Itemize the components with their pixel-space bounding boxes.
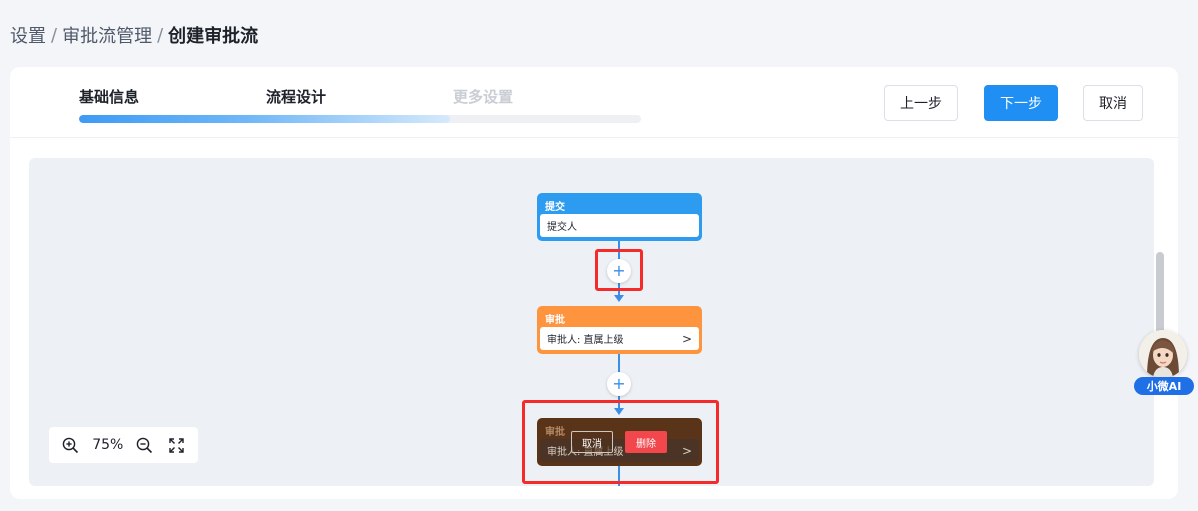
breadcrumb-approval-flow-management[interactable]: 审批流管理 <box>62 22 152 48</box>
breadcrumb-separator: / <box>51 24 58 46</box>
zoom-in-icon[interactable] <box>61 435 81 455</box>
connector-line <box>618 240 620 260</box>
step-basic-info[interactable]: 基础信息 <box>79 86 139 107</box>
zoom-toolbar: 75% <box>49 427 198 463</box>
node-title: 审批 <box>545 315 565 326</box>
connector-line <box>618 353 620 373</box>
breadcrumb-separator: / <box>157 24 164 46</box>
ai-assistant-label: 小微AI <box>1134 377 1194 395</box>
flow-node-submit[interactable]: 提交 提交人 <box>537 193 702 241</box>
breadcrumb-settings[interactable]: 设置 <box>10 22 46 48</box>
ai-assistant-button[interactable]: 小微AI <box>1134 330 1194 396</box>
chevron-right-icon: > <box>681 443 692 458</box>
node-title: 审批 <box>545 427 565 438</box>
node-cancel-button[interactable]: 取消 <box>571 431 613 453</box>
breadcrumb-current-page: 创建审批流 <box>168 26 259 47</box>
fullscreen-icon[interactable] <box>166 435 186 455</box>
connector-arrow <box>614 408 624 415</box>
step-more-settings: 更多设置 <box>453 88 514 106</box>
step-flow-design[interactable]: 流程设计 <box>266 86 326 107</box>
flow-node-approve-selected[interactable]: 审批 审批人: 直属上级 > <box>537 418 702 466</box>
node-content: 审批人: 直属上级 <box>547 335 624 346</box>
prev-step-button[interactable]: 上一步 <box>884 85 958 121</box>
breadcrumb: 设置 / 审批流管理 / 创建审批流 <box>10 22 258 48</box>
steps-progress-track <box>79 115 641 123</box>
steps-header: 基础信息 流程设计 更多设置 上一步 下一步 取消 <box>10 67 1178 138</box>
next-step-button[interactable]: 下一步 <box>984 85 1058 121</box>
steps-progress-fill <box>79 115 450 123</box>
connector-line <box>618 466 620 486</box>
node-body: 审批人: 直属上级 > <box>540 327 699 350</box>
chevron-right-icon: > <box>681 331 692 346</box>
ai-avatar-icon <box>1139 330 1187 378</box>
node-title: 提交 <box>545 202 565 213</box>
zoom-out-icon[interactable] <box>135 435 155 455</box>
node-body: 审批人: 直属上级 > <box>540 439 699 462</box>
cancel-button[interactable]: 取消 <box>1083 85 1143 121</box>
connector-arrow <box>614 295 624 302</box>
node-delete-button[interactable]: 删除 <box>625 431 667 453</box>
node-content: 提交人 <box>547 222 577 233</box>
node-body: 提交人 <box>540 214 699 237</box>
add-node-button[interactable]: + <box>607 259 631 283</box>
zoom-level: 75% <box>92 437 124 453</box>
add-node-button[interactable]: + <box>607 372 631 396</box>
flow-node-approve[interactable]: 审批 审批人: 直属上级 > <box>537 306 702 354</box>
